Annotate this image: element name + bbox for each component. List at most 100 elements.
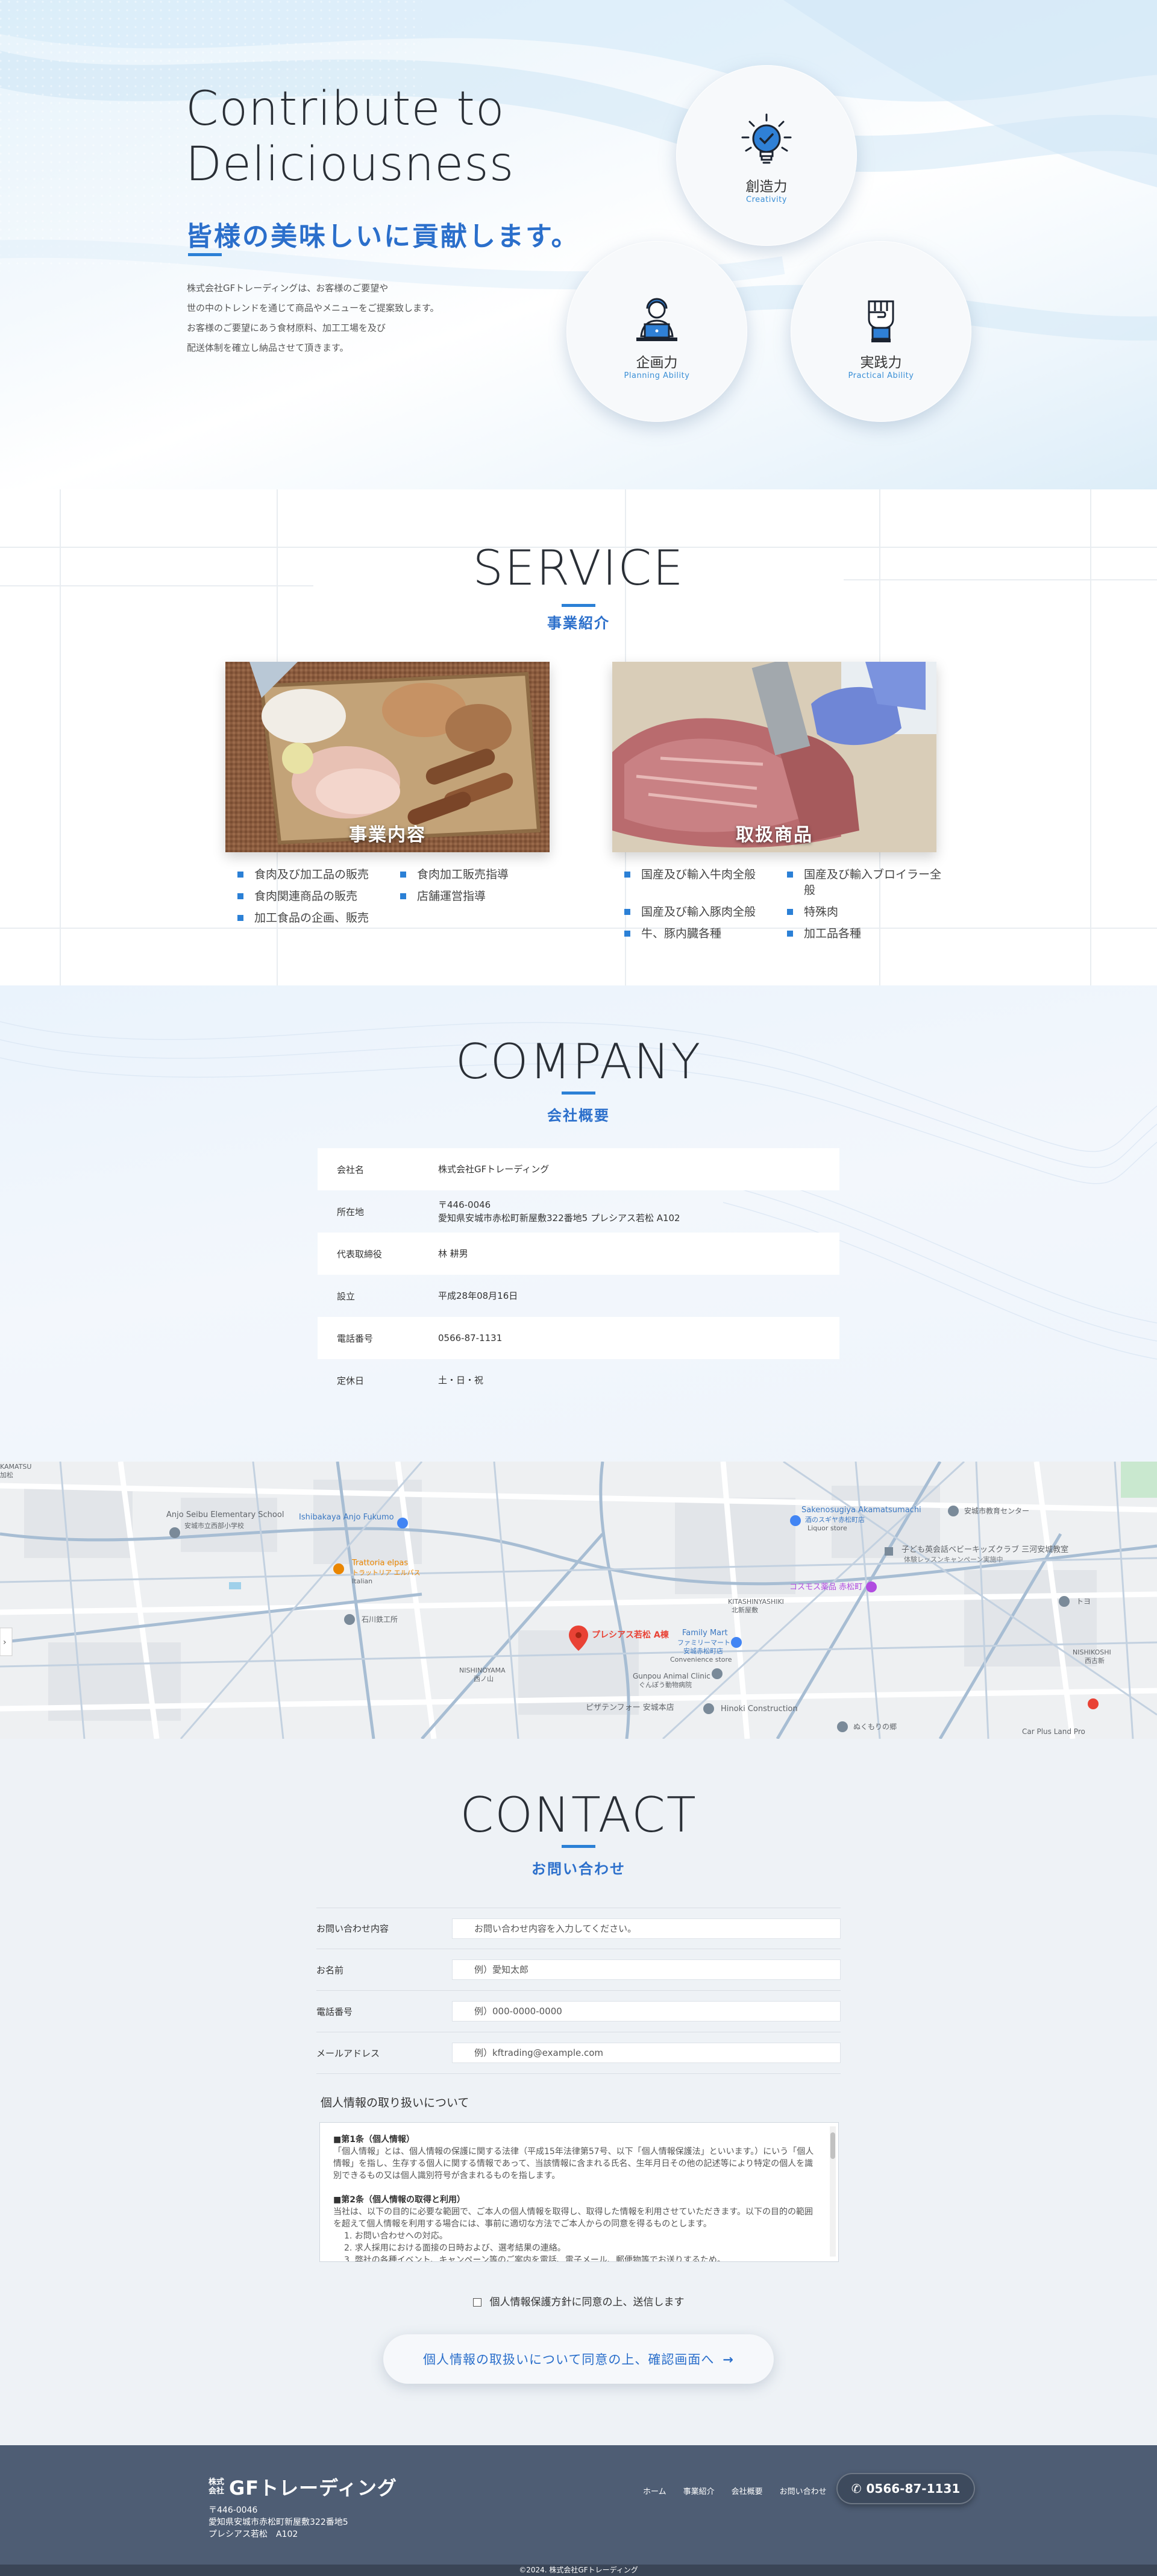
agree-row: 個人情報保護方針に同意の上、送信します [0, 2293, 1157, 2308]
privacy-scrollbar-thumb[interactable] [830, 2132, 835, 2159]
svg-text:体験レッスンキャンペーン実施中: 体験レッスンキャンペーン実施中 [904, 1555, 1003, 1563]
ability-title: 企画力 [636, 355, 678, 371]
table-value: 土・日・祝 [438, 1375, 484, 1386]
footer-logo[interactable]: 株式 会社 GFトレーディング [209, 2473, 397, 2501]
privacy-article-1: 「個人情報」とは、個人情報の保護に関する法律（平成15年法律第57号、以下「個人… [333, 2147, 814, 2181]
svg-text:Italian: Italian [352, 1577, 372, 1585]
table-value: 株式会社GFトレーディング [438, 1164, 550, 1175]
svg-text:Car Plus Land Pro: Car Plus Land Pro [1022, 1727, 1085, 1736]
svg-text:ぬくもりの郷: ぬくもりの郷 [853, 1723, 897, 1731]
ability-subtitle: Planning Ability [624, 371, 690, 380]
logo-prefix-line: 株式 [209, 2478, 225, 2487]
list-item: 食肉及び加工品の販売 [237, 867, 400, 882]
svg-text:Anjo Seibu Elementary School: Anjo Seibu Elementary School [166, 1510, 284, 1519]
form-row: お名前 [316, 1949, 841, 1991]
logo-prefix-line: 会社 [209, 2487, 225, 2496]
hero-desc-line: 世の中のトレンドを通じて商品やメニューをご提案致します。 [187, 303, 439, 313]
planner-laptop-icon [636, 298, 677, 341]
fist-icon [868, 300, 894, 342]
svg-text:NISHIKOSHI: NISHIKOSHI [1073, 1648, 1111, 1656]
svg-text:Family Mart: Family Mart [682, 1629, 728, 1638]
map-canvas[interactable]: プレシアス若松 A棟 Anjo Seibu Elementary School … [0, 1462, 1157, 1739]
hero-desc-line: 株式会社GFトレーディングは、お客様のご要望や [187, 283, 389, 294]
table-key: 定休日 [337, 1375, 365, 1386]
arrow-right-icon: → [723, 2352, 734, 2367]
list-item: 国産及び輸入牛肉全般 [624, 867, 787, 898]
company-title: COMPANY [455, 1034, 702, 1090]
svg-text:Liquor store: Liquor store [807, 1524, 847, 1532]
svg-text:KAMATSU: KAMATSU [0, 1463, 31, 1471]
table-key: 会社名 [337, 1164, 365, 1175]
table-key: 所在地 [337, 1206, 365, 1217]
contact-accent-bar [562, 1845, 595, 1848]
svg-text:酒のスギヤ赤松町店: 酒のスギヤ赤松町店 [805, 1515, 865, 1524]
svg-text:Convenience store: Convenience store [670, 1656, 732, 1663]
svg-text:Sakenosugiya Akamatsumachi: Sakenosugiya Akamatsumachi [801, 1506, 921, 1515]
hero-description: 株式会社GFトレーディングは、お客様のご要望や 世の中のトレンドを通じて商品やメ… [187, 278, 500, 358]
svg-text:KITASHINYASHIKI: KITASHINYASHIKI [728, 1598, 784, 1606]
confirm-button[interactable]: 個人情報の取扱いについて同意の上、確認画面へ → [383, 2334, 774, 2384]
company-info-table: 会社名 株式会社GFトレーディング 所在地 〒446-0046 愛知県安城市赤松… [318, 1148, 839, 1401]
list-item: 国産及び輸入ブロイラー全般 [787, 867, 948, 898]
table-row: 電話番号 0566-87-1131 [318, 1317, 839, 1359]
privacy-article-1-title: ■第1条（個人情報） [333, 2135, 415, 2144]
footer-nav-home[interactable]: ホーム [643, 2485, 666, 2496]
svg-text:トラットリア エルパス: トラットリア エルパス [352, 1569, 421, 1577]
svg-text:ぐんぽう動物病院: ぐんぽう動物病院 [639, 1680, 692, 1689]
google-map[interactable]: プレシアス若松 A棟 Anjo Seibu Elementary School … [0, 1462, 1157, 1739]
confirm-button-label: 個人情報の取扱いについて同意の上、確認画面へ [423, 2352, 715, 2367]
name-input[interactable] [452, 1959, 841, 1980]
table-row: 代表取締役 林 耕男 [318, 1233, 839, 1275]
copyright-bar: ©2024. 株式会社GFトレーディング [0, 2565, 1157, 2576]
form-row: メールアドレス [316, 2032, 841, 2074]
service-card-products: 取扱商品 国産及び輸入牛肉全般 国産及び輸入ブロイラー全般 国産及び輸入豚肉全般… [612, 662, 941, 940]
email-label: メールアドレス [316, 2047, 380, 2059]
ability-practical: 実践力 Practical Ability [791, 241, 971, 422]
footer-nav-company[interactable]: 会社概要 [732, 2485, 763, 2496]
hero-desc-line: お客様のご要望にあう食材原料、加工工場を及び [187, 322, 386, 333]
svg-text:加松: 加松 [0, 1471, 13, 1479]
service-title: SERVICE [472, 540, 685, 596]
inquiry-label: お問い合わせ内容 [316, 1923, 389, 1934]
list-item: 特殊肉 [787, 904, 948, 920]
contact-section: CONTACT お問い合わせ お問い合わせ内容 お名前 電話番号 メールアドレス… [0, 1739, 1157, 2445]
agree-checkbox[interactable] [472, 2298, 481, 2307]
phone-input[interactable] [452, 2001, 841, 2022]
footer-address-line: 愛知県安城市赤松町新屋敷322番地5 [209, 2518, 348, 2527]
table-value: 林 耕男 [438, 1248, 468, 1259]
list-item: 食肉関連商品の販売 [237, 888, 400, 904]
form-row: お問い合わせ内容 [316, 1908, 841, 1949]
svg-text:西古新: 西古新 [1085, 1656, 1105, 1665]
ability-title: 実践力 [860, 355, 902, 371]
map-collapse-tab-icon: › [0, 1627, 13, 1656]
agree-label: 個人情報保護方針に同意の上、送信します [489, 2296, 685, 2308]
business-image: 事業内容 [225, 662, 550, 852]
footer-nav-service[interactable]: 事業紹介 [683, 2485, 715, 2496]
footer-tel-button[interactable]: ✆ 0566-87-1131 [836, 2473, 975, 2504]
table-key: 電話番号 [337, 1333, 374, 1344]
svg-text:西ノ山: 西ノ山 [474, 1675, 494, 1683]
ability-title: 創造力 [745, 179, 788, 195]
lightbulb-icon [741, 113, 792, 164]
svg-text:トヨ: トヨ [1076, 1597, 1091, 1606]
list-item: 加工食品の企画、販売 [237, 910, 400, 926]
name-label: お名前 [316, 1964, 344, 1976]
svg-text:北新屋敷: 北新屋敷 [732, 1606, 758, 1614]
contact-subtitle: お問い合わせ [531, 1861, 626, 1877]
footer-nav: ホーム 事業紹介 会社概要 お問い合わせ [643, 2485, 827, 2496]
email-input[interactable] [452, 2043, 841, 2063]
ability-planning: 企画力 Planning Ability [566, 241, 747, 422]
inquiry-input[interactable] [452, 1918, 841, 1939]
table-row: 定休日 土・日・祝 [318, 1359, 839, 1401]
ability-creativity: 創造力 Creativity [676, 65, 857, 246]
footer-tel-number: 0566-87-1131 [866, 2481, 961, 2496]
hero-accent-bar [188, 253, 222, 256]
contact-form: お問い合わせ内容 お名前 電話番号 メールアドレス [316, 1908, 841, 2074]
privacy-policy-textarea[interactable]: ■第1条（個人情報） 「個人情報」とは、個人情報の保護に関する法律（平成15年法… [319, 2122, 839, 2262]
footer-nav-contact[interactable]: お問い合わせ [780, 2485, 827, 2496]
svg-text:Gunpou Animal Clinic: Gunpou Animal Clinic [633, 1672, 710, 1680]
svg-text:Ishibakaya Anjo Fukumo: Ishibakaya Anjo Fukumo [299, 1513, 394, 1522]
business-item-list: 食肉及び加工品の販売 食肉加工販売指導 食肉関連商品の販売 店舗運営指導 加工食… [225, 867, 550, 926]
svg-text:石川鉄工所: 石川鉄工所 [362, 1615, 398, 1624]
table-value: 平成28年08月16日 [438, 1290, 518, 1301]
